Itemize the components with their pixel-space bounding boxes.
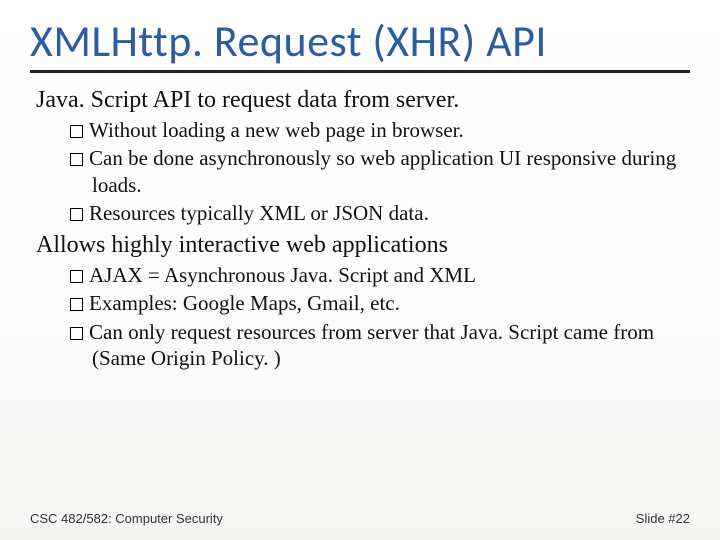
bullet-text: Can only request resources from server t… [89, 320, 654, 370]
bullet-text: AJAX = Asynchronous Java. Script and XML [89, 263, 476, 287]
bullet-item: Resources typically XML or JSON data. [70, 200, 690, 226]
bullet-item: Without loading a new web page in browse… [70, 117, 690, 143]
bullet-item: AJAX = Asynchronous Java. Script and XML [70, 262, 690, 288]
box-bullet-icon [70, 270, 83, 283]
slide-title: XMLHttp. Request (XHR) API [30, 18, 690, 64]
title-underline [30, 70, 690, 73]
box-bullet-icon [70, 153, 83, 166]
box-bullet-icon [70, 208, 83, 221]
box-bullet-icon [70, 327, 83, 340]
bullet-item: Can only request resources from server t… [70, 319, 690, 372]
bullet-item: Examples: Google Maps, Gmail, etc. [70, 290, 690, 316]
bullet-text: Resources typically XML or JSON data. [89, 201, 429, 225]
section-heading: Java. Script API to request data from se… [36, 85, 690, 115]
slide: XMLHttp. Request (XHR) API Java. Script … [0, 0, 720, 540]
bullet-text: Can be done asynchronously so web applic… [89, 146, 676, 196]
footer-right: Slide #22 [636, 511, 690, 526]
bullet-text: Without loading a new web page in browse… [89, 118, 464, 142]
footer-left: CSC 482/582: Computer Security [30, 511, 223, 526]
bullet-text: Examples: Google Maps, Gmail, etc. [89, 291, 400, 315]
box-bullet-icon [70, 298, 83, 311]
footer: CSC 482/582: Computer Security Slide #22 [30, 511, 690, 526]
bullet-item: Can be done asynchronously so web applic… [70, 145, 690, 198]
section-heading: Allows highly interactive web applicatio… [36, 230, 690, 260]
box-bullet-icon [70, 125, 83, 138]
